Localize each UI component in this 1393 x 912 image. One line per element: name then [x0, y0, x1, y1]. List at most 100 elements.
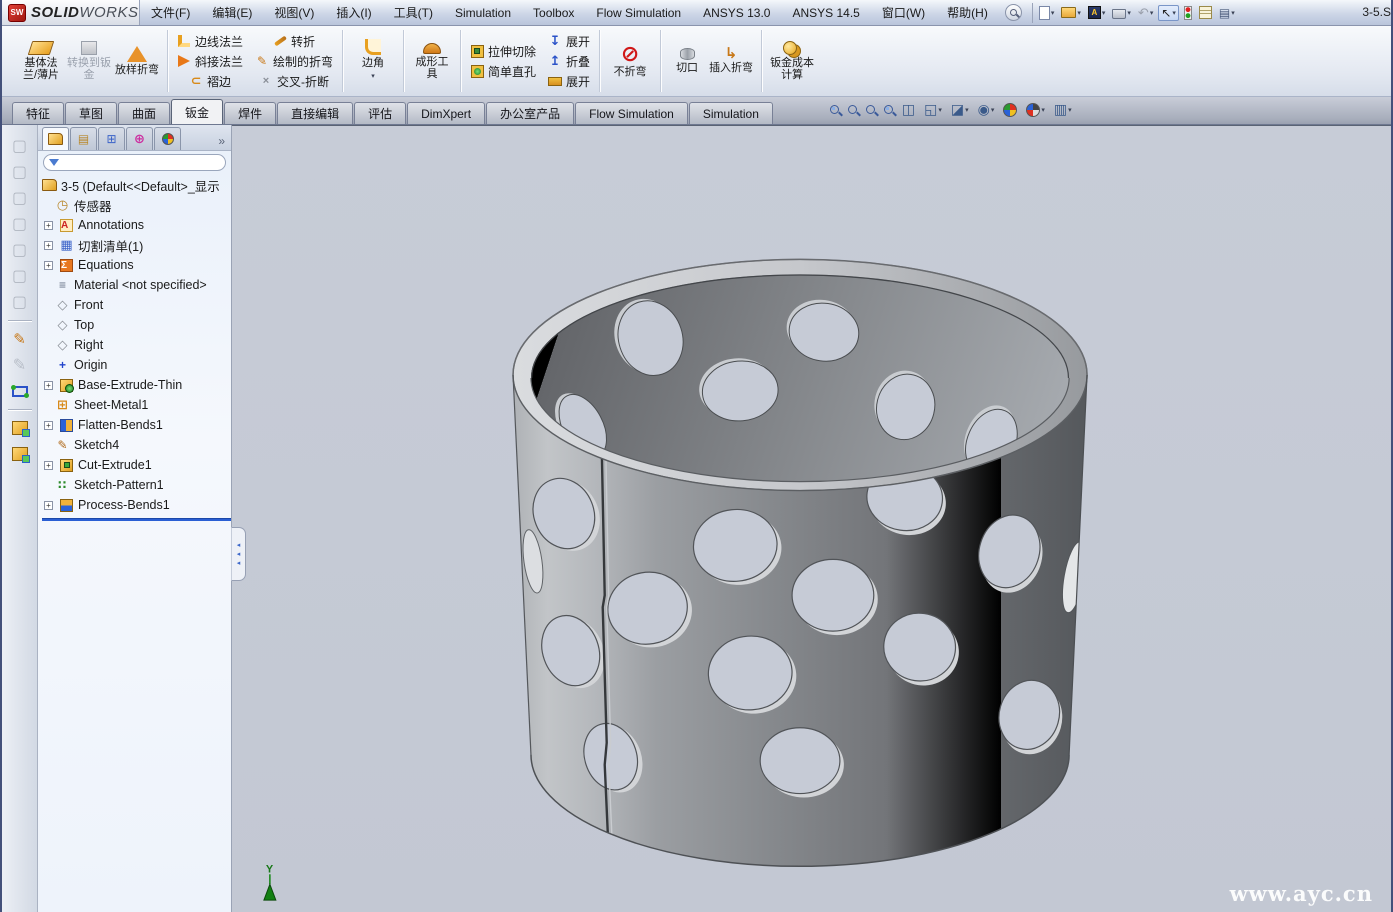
rollback-bar[interactable] [42, 518, 231, 521]
rebuild-button[interactable] [1182, 5, 1194, 21]
print-button[interactable]: ▾ [1110, 5, 1133, 20]
open-button[interactable]: ▾ [1059, 6, 1083, 19]
tab-sketch[interactable]: 草图 [65, 102, 117, 124]
options-button[interactable]: ▤▾ [1217, 5, 1237, 21]
tree-root[interactable]: 3-5 (Default<<Default>_显示 [42, 175, 231, 195]
no-bends-button[interactable]: ⊘ 不折弯 [606, 42, 654, 80]
miter-flange-button[interactable]: 斜接法兰 [174, 52, 246, 71]
tree-item-base-extrude-thin[interactable]: + Base-Extrude-Thin [42, 375, 231, 395]
menu-view[interactable]: 视图(V) [263, 0, 325, 25]
extrude-boss-icon[interactable] [9, 417, 31, 439]
rotate-view-icon[interactable] [884, 105, 893, 114]
tree-item-equations[interactable]: + Σ Equations [42, 255, 231, 275]
tree-item-flatten-bends1[interactable]: + Flatten-Bends1 [42, 415, 231, 435]
zoom-to-area-icon[interactable] [848, 105, 857, 114]
tab-office-products[interactable]: 办公室产品 [486, 102, 574, 124]
more-tabs-chevron[interactable]: » [218, 134, 229, 150]
undo-button[interactable]: ↶▾ [1136, 4, 1155, 22]
tree-item-right-plane[interactable]: ◇ Right [42, 335, 231, 355]
expand-toggle[interactable]: + [44, 381, 53, 390]
menu-toolbox[interactable]: Toolbox [522, 0, 585, 25]
menu-ansys-13[interactable]: ANSYS 13.0 [692, 0, 781, 25]
file-properties-button[interactable] [1197, 5, 1214, 20]
view-orientation-icon[interactable]: ◱▾ [924, 101, 942, 118]
menu-insert[interactable]: 插入(I) [325, 0, 382, 25]
tab-simulation[interactable]: Simulation [689, 102, 773, 124]
panel-splitter-handle[interactable]: ◂◂◂ [231, 527, 246, 581]
expand-toggle[interactable]: + [44, 241, 53, 250]
unfold-button[interactable]: ↧展开 [545, 32, 593, 51]
tree-item-sketch4[interactable]: ✎ Sketch4 [42, 435, 231, 455]
select-button[interactable]: ↖▾ [1158, 5, 1179, 21]
rip-button[interactable]: 切口 [667, 46, 707, 76]
search-icon[interactable] [1005, 4, 1022, 21]
expand-toggle[interactable]: + [44, 221, 53, 230]
tree-item-sketch-pattern1[interactable]: ∷ Sketch-Pattern1 [42, 475, 231, 495]
view-cube-icon[interactable]: ▢ [9, 187, 31, 209]
zoom-to-fit-icon[interactable] [830, 105, 839, 114]
corner-button[interactable]: 边角 ▾ [349, 37, 397, 85]
tab-direct-editing[interactable]: 直接编辑 [277, 102, 353, 124]
graphics-viewport[interactable]: Y www.ayc.cn [232, 125, 1391, 912]
save-button[interactable]: A▾ [1086, 5, 1108, 20]
hem-button[interactable]: ⊂褶边 [186, 72, 234, 91]
tree-item-origin[interactable]: + Origin [42, 355, 231, 375]
expand-toggle[interactable]: + [44, 501, 53, 510]
view-cube-icon[interactable]: ▢ [9, 135, 31, 157]
zoom-previous-icon[interactable] [866, 105, 875, 114]
new-document-button[interactable]: ▾ [1037, 5, 1057, 21]
section-view-icon[interactable]: ◫ [902, 101, 915, 118]
dimxpertmanager-tab[interactable]: ⊕ [126, 127, 153, 150]
hide-show-items-icon[interactable]: ◉▾ [978, 101, 995, 118]
tab-features[interactable]: 特征 [12, 102, 64, 124]
view-cube-icon[interactable]: ▢ [9, 265, 31, 287]
displaymanager-tab[interactable] [154, 127, 181, 150]
tab-evaluate[interactable]: 评估 [354, 102, 406, 124]
lofted-bend-button[interactable]: 放样折弯 [113, 44, 161, 78]
menu-window[interactable]: 窗口(W) [871, 0, 936, 25]
menu-help[interactable]: 帮助(H) [936, 0, 999, 25]
tab-flow-simulation[interactable]: Flow Simulation [575, 102, 688, 124]
insert-bends-button[interactable]: ↳ 插入折弯 [707, 46, 755, 76]
tab-weldments[interactable]: 焊件 [224, 102, 276, 124]
view-cube-icon[interactable]: ▢ [9, 161, 31, 183]
configurationmanager-tab[interactable]: ⊞ [98, 127, 125, 150]
forming-tool-button[interactable]: 成形工具 [410, 41, 454, 82]
menu-ansys-145[interactable]: ANSYS 14.5 [781, 0, 870, 25]
edge-flange-button[interactable]: 边线法兰 [174, 32, 246, 51]
cross-break-button[interactable]: ×交叉-折断 [256, 72, 332, 91]
sketch-icon[interactable]: ✎ [9, 328, 31, 350]
sheet-metal-cost-button[interactable]: 钣金成本计算 [768, 39, 816, 83]
view-cube-icon[interactable]: ▢ [9, 213, 31, 235]
tree-item-top-plane[interactable]: ◇ Top [42, 315, 231, 335]
menu-tools[interactable]: 工具(T) [383, 0, 444, 25]
menu-simulation[interactable]: Simulation [444, 0, 522, 25]
tab-dimxpert[interactable]: DimXpert [407, 102, 485, 124]
extruded-cut-button[interactable]: 拉伸切除 [467, 42, 539, 61]
tab-sheet-metal[interactable]: 钣金 [171, 99, 223, 124]
menu-file[interactable]: 文件(F) [140, 0, 201, 25]
base-flange-button[interactable]: 基体法兰/薄片 [17, 39, 65, 83]
tree-item-sensors[interactable]: ◷ 传感器 [42, 195, 231, 215]
menu-flow-simulation[interactable]: Flow Simulation [585, 0, 692, 25]
sketched-bend-button[interactable]: ✎绘制的折弯 [252, 52, 336, 71]
view-cube-icon[interactable]: ▢ [9, 239, 31, 261]
featuremanager-tree-tab[interactable] [42, 127, 69, 150]
add-sketch-icon[interactable]: ✎ [9, 354, 31, 376]
flatten-button[interactable]: 展开 [545, 72, 593, 91]
fold-button[interactable]: ↥折叠 [545, 52, 593, 71]
tree-item-annotations[interactable]: + A Annotations [42, 215, 231, 235]
tab-surfaces[interactable]: 曲面 [118, 102, 170, 124]
tree-item-material[interactable]: ≡ Material <not specified> [42, 275, 231, 295]
view-settings-icon[interactable]: ▥▾ [1054, 101, 1072, 118]
propertymanager-tab[interactable]: ▤ [70, 127, 97, 150]
edit-appearance-icon[interactable] [1003, 103, 1017, 117]
tree-item-process-bends1[interactable]: + Process-Bends1 [42, 495, 231, 515]
apply-scene-icon[interactable]: ▾ [1026, 103, 1045, 117]
jog-button[interactable]: 转折 [270, 32, 318, 51]
display-style-icon[interactable]: ◪▾ [951, 101, 969, 118]
expand-toggle[interactable]: + [44, 421, 53, 430]
tree-item-cut-extrude1[interactable]: + Cut-Extrude1 [42, 455, 231, 475]
expand-toggle[interactable]: + [44, 461, 53, 470]
convert-to-sheet-metal-button[interactable]: 转换到钣金 [65, 39, 113, 83]
